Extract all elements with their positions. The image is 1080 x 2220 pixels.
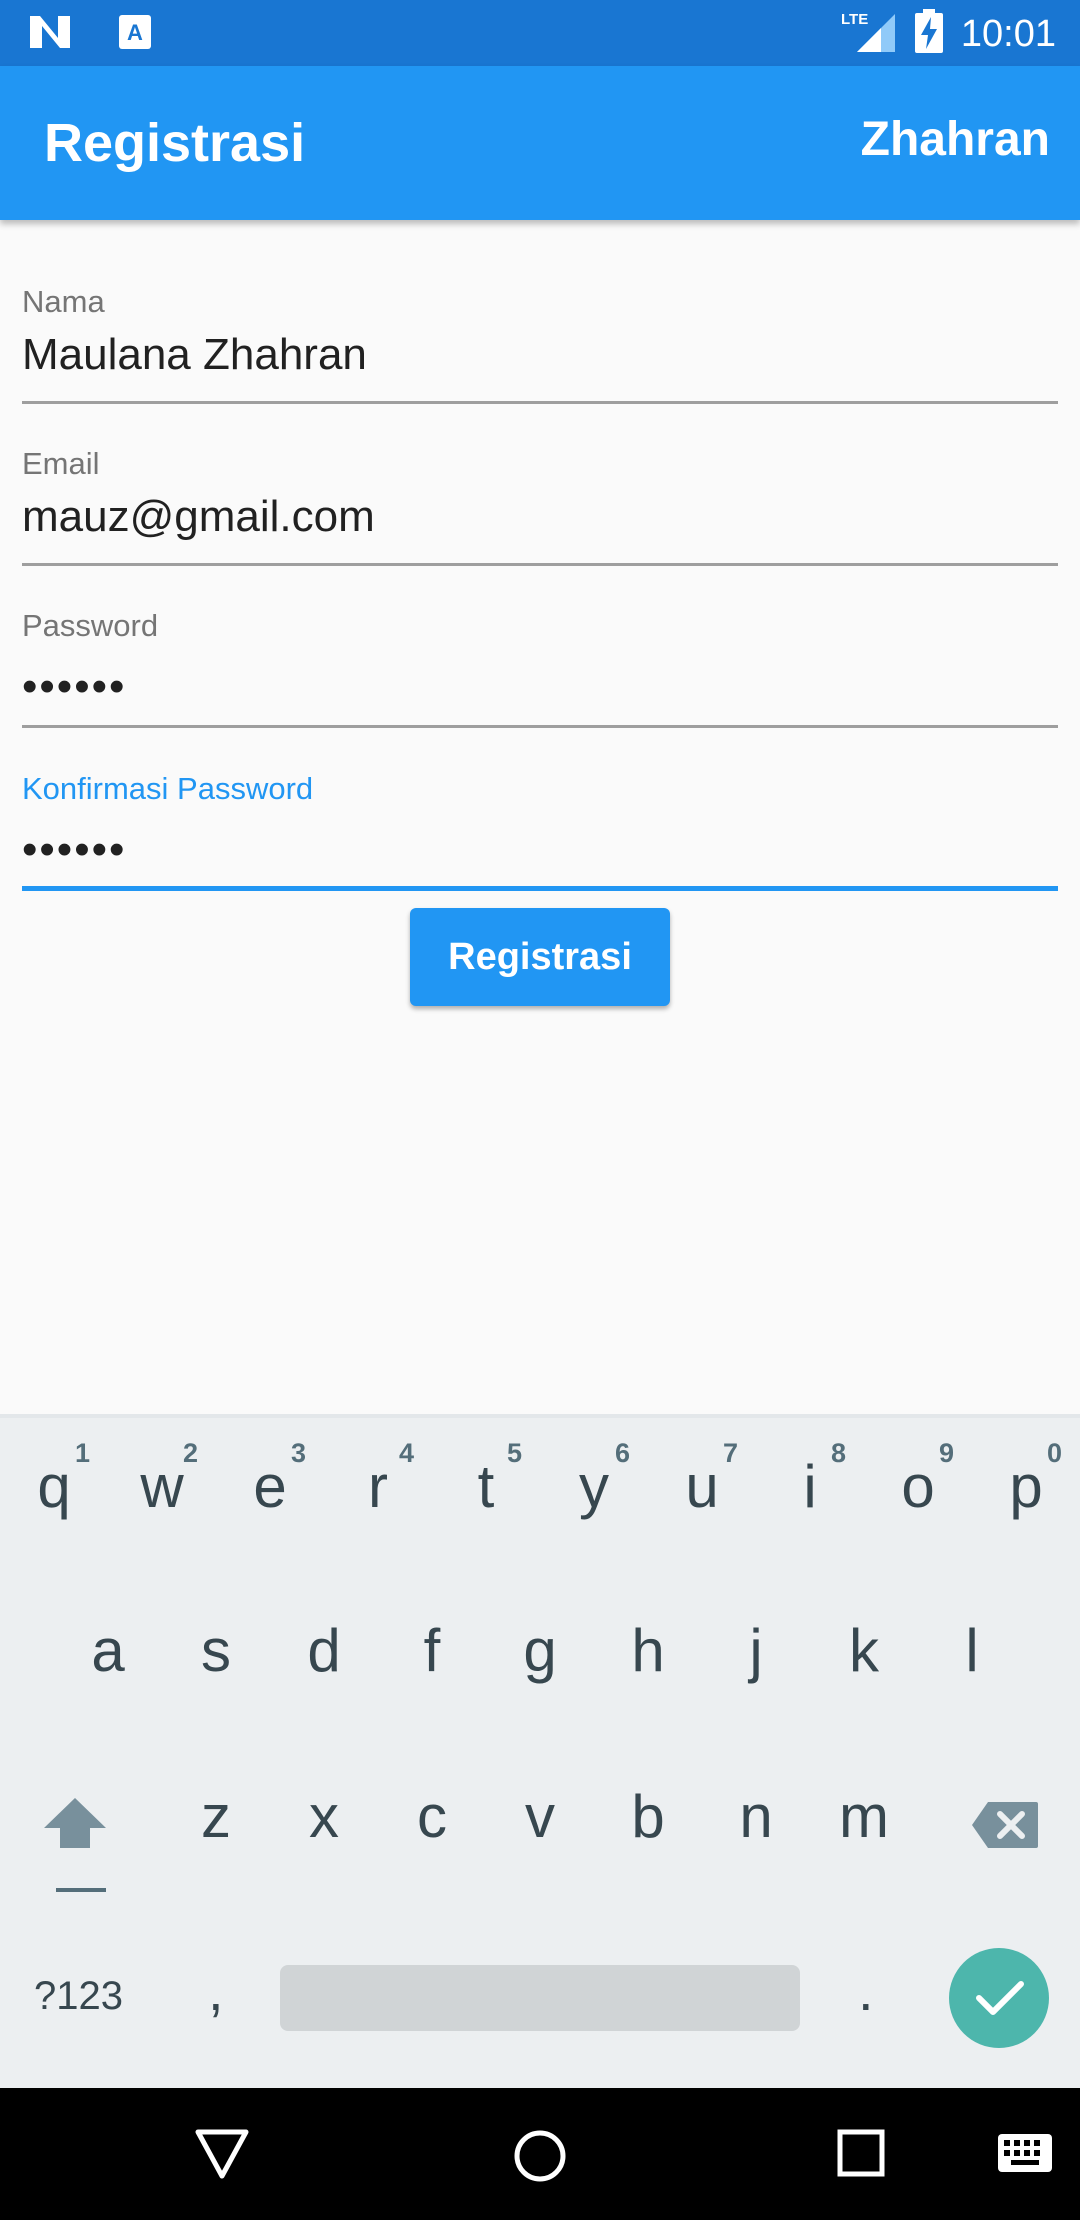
key-y[interactable]: 6y [540, 1418, 648, 1578]
app-bar: Registrasi Zhahran [0, 66, 1080, 220]
key-e[interactable]: 3e [216, 1418, 324, 1578]
password-label: Password [22, 608, 159, 643]
confirm-password-field[interactable]: Konfirmasi Password •••••• [22, 729, 1058, 891]
key-t[interactable]: 5t [432, 1418, 540, 1578]
keyboard-row-3: z x c v b n m [0, 1748, 1080, 1908]
space-key[interactable] [280, 1965, 800, 2031]
name-input[interactable]: Maulana Zhahran [22, 330, 367, 380]
key-c[interactable]: c [378, 1748, 486, 1908]
key-h[interactable]: h [594, 1582, 702, 1742]
key-g[interactable]: g [486, 1582, 594, 1742]
confirm-password-label: Konfirmasi Password [22, 771, 314, 806]
key-k[interactable]: k [810, 1582, 918, 1742]
key-z[interactable]: z [162, 1748, 270, 1908]
key-p[interactable]: 0p [972, 1418, 1080, 1578]
symbols-key[interactable]: ?123 [34, 1974, 123, 2019]
email-label: Email [22, 446, 100, 481]
key-q[interactable]: 1q [0, 1418, 108, 1578]
signal-lte-icon: LTE [841, 8, 897, 59]
key-x[interactable]: x [270, 1748, 378, 1908]
check-icon [975, 1978, 1025, 2023]
key-n[interactable]: n [702, 1748, 810, 1908]
backspace-key[interactable] [950, 1748, 1060, 1908]
svg-text:LTE: LTE [841, 11, 868, 28]
confirm-password-underline [22, 886, 1058, 891]
key-f[interactable]: f [378, 1582, 486, 1742]
shift-key[interactable] [20, 1748, 130, 1908]
key-w[interactable]: 2w [108, 1418, 216, 1578]
svg-text:A: A [127, 20, 143, 45]
keyboard-row-2: a s d f g h j k l [0, 1582, 1080, 1742]
page-title: Registrasi [44, 113, 306, 173]
keyboard-row-1: 1q 2w 3e 4r 5t 6y 7u 8i 9o 0p [0, 1418, 1080, 1578]
period-key[interactable]: . [858, 1958, 874, 2023]
navigation-bar [0, 2088, 1080, 2220]
status-bar: A LTE 10:01 [0, 0, 1080, 66]
back-icon[interactable] [194, 2128, 250, 2185]
email-input[interactable]: mauz@gmail.com [22, 492, 375, 542]
backspace-icon [970, 1800, 1040, 1855]
shift-icon [40, 1794, 110, 1859]
comma-key[interactable]: , [208, 1958, 224, 2023]
password-field[interactable]: Password •••••• [22, 566, 1058, 728]
keyboard-notification-icon: A [118, 14, 152, 55]
key-d[interactable]: d [270, 1582, 378, 1742]
key-m[interactable]: m [810, 1748, 918, 1908]
clock: 10:01 [960, 12, 1056, 55]
soft-keyboard: 1q 2w 3e 4r 5t 6y 7u 8i 9o 0p a s d f g … [0, 1414, 1080, 2092]
home-icon[interactable] [512, 2128, 568, 2189]
key-v[interactable]: v [486, 1748, 594, 1908]
key-a[interactable]: a [54, 1582, 162, 1742]
key-u[interactable]: 7u [648, 1418, 756, 1578]
password-underline [22, 725, 1058, 728]
key-j[interactable]: j [702, 1582, 810, 1742]
keyboard-switch-icon[interactable] [996, 2132, 1054, 2179]
password-input[interactable]: •••••• [22, 662, 126, 712]
email-field[interactable]: Email mauz@gmail.com [22, 404, 1058, 566]
key-r[interactable]: 4r [324, 1418, 432, 1578]
key-o[interactable]: 9o [864, 1418, 972, 1578]
app-bar-username: Zhahran [860, 113, 1050, 166]
recents-icon[interactable] [836, 2128, 886, 2183]
confirm-password-input[interactable]: •••••• [22, 825, 126, 875]
n-logo-icon [28, 14, 72, 55]
shift-indicator [56, 1888, 106, 1892]
register-button[interactable]: Registrasi [410, 908, 670, 1006]
key-l[interactable]: l [918, 1582, 1026, 1742]
name-field[interactable]: Nama Maulana Zhahran [22, 242, 1058, 404]
done-key[interactable] [949, 1948, 1049, 2048]
key-i[interactable]: 8i [756, 1418, 864, 1578]
key-b[interactable]: b [594, 1748, 702, 1908]
battery-charging-icon [914, 9, 943, 58]
name-label: Nama [22, 284, 105, 319]
key-s[interactable]: s [162, 1582, 270, 1742]
